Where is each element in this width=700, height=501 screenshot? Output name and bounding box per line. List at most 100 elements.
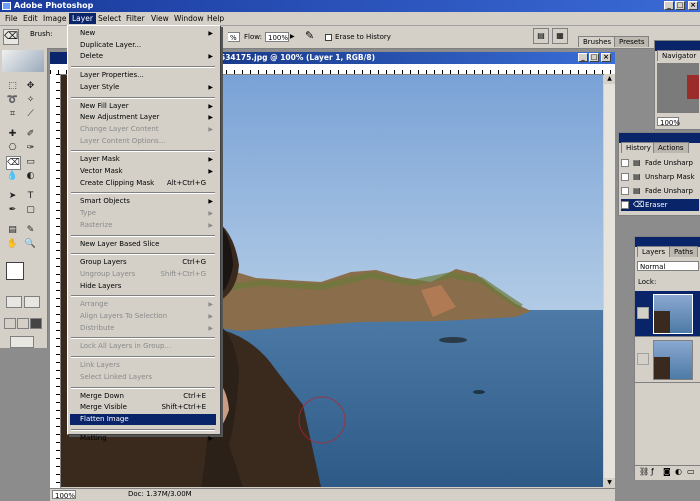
menu-item-flatten-image[interactable]: Flatten Image bbox=[70, 413, 216, 425]
menu-item-delete[interactable]: Delete ▶ bbox=[70, 51, 216, 62]
tab-presets[interactable]: Presets bbox=[614, 36, 650, 47]
menu-item-layer-style[interactable]: Layer Style ▶ bbox=[70, 82, 216, 93]
menu-item-duplicate-layer[interactable]: Duplicate Layer... bbox=[70, 40, 216, 51]
menu-filter[interactable]: Filter bbox=[123, 13, 148, 24]
minimize-button[interactable]: _ bbox=[664, 1, 674, 10]
tab-brushes[interactable]: Brushes bbox=[578, 36, 617, 47]
marquee-tool-icon[interactable]: ⬚ bbox=[6, 80, 19, 92]
tab-layers[interactable]: Layers bbox=[637, 246, 671, 257]
eraser-tool-preset-icon[interactable]: ⌫ bbox=[3, 29, 19, 45]
pen-tool-icon[interactable]: ✒ bbox=[6, 204, 19, 216]
menu-help[interactable]: Help bbox=[204, 13, 227, 24]
link-layers-icon[interactable]: ⛓ bbox=[639, 467, 649, 476]
brush-tool-icon[interactable]: ✐ bbox=[24, 128, 37, 140]
close-button[interactable]: × bbox=[688, 1, 698, 10]
history-item[interactable]: ▤ Fade Unsharp bbox=[621, 185, 699, 197]
magic-wand-icon[interactable]: ✧ bbox=[24, 94, 37, 106]
tool-preset-icon[interactable]: ▤ bbox=[533, 28, 549, 44]
menu-item-group-layers[interactable]: Group Layers Ctrl+G bbox=[70, 257, 216, 268]
navigator-view-box[interactable] bbox=[687, 75, 699, 99]
menu-item-hide-layers[interactable]: Hide Layers bbox=[70, 281, 216, 292]
foreground-color-swatch[interactable] bbox=[6, 262, 24, 280]
add-mask-icon[interactable]: ◙ bbox=[663, 467, 671, 476]
doc-maximize-button[interactable]: □ bbox=[589, 53, 599, 62]
healing-brush-icon[interactable]: ✚ bbox=[6, 128, 19, 140]
hand-tool-icon[interactable]: ✋ bbox=[6, 238, 19, 250]
menu-item-new-adjustment-layer[interactable]: New Adjustment Layer ▶ bbox=[70, 112, 216, 123]
maximize-button[interactable]: □ bbox=[675, 1, 685, 10]
opacity-field[interactable]: % bbox=[228, 32, 240, 42]
history-source-checkbox[interactable] bbox=[621, 159, 629, 167]
vertical-scrollbar[interactable]: ▲ ▼ bbox=[604, 74, 615, 488]
slice-tool-icon[interactable]: ⟋ bbox=[24, 108, 37, 120]
menu-item-merge-visible[interactable]: Merge Visible Shift+Ctrl+E bbox=[70, 402, 216, 413]
tab-paths[interactable]: Paths bbox=[669, 246, 699, 257]
shape-tool-icon[interactable]: ▢ bbox=[24, 204, 37, 216]
doc-minimize-button[interactable]: _ bbox=[578, 53, 588, 62]
blur-tool-icon[interactable]: 💧 bbox=[6, 170, 19, 182]
tab-actions[interactable]: Actions bbox=[653, 142, 689, 153]
screen-mode-full-icon[interactable] bbox=[30, 318, 42, 329]
quick-mask-icon[interactable] bbox=[24, 296, 40, 308]
history-item[interactable]: ▤ Unsharp Mask bbox=[621, 171, 699, 183]
doc-close-button[interactable]: × bbox=[601, 53, 611, 62]
menu-file[interactable]: File bbox=[2, 13, 21, 24]
menu-item-matting[interactable]: Matting ▶ bbox=[70, 433, 216, 444]
menu-item-merge-down[interactable]: Merge Down Ctrl+E bbox=[70, 391, 216, 402]
notes-tool-icon[interactable]: ▤ bbox=[6, 224, 19, 236]
eraser-tool-icon[interactable]: ⌫ bbox=[6, 156, 21, 170]
airbrush-icon[interactable]: ✎ bbox=[305, 29, 321, 43]
menu-item-vector-mask[interactable]: Vector Mask ▶ bbox=[70, 166, 216, 177]
menu-item-smart-objects[interactable]: Smart Objects ▶ bbox=[70, 196, 216, 207]
menu-item-new[interactable]: New ▶ bbox=[70, 28, 216, 39]
menu-select[interactable]: Select bbox=[95, 13, 124, 24]
jump-to-imageready-icon[interactable] bbox=[10, 336, 34, 348]
clone-stamp-icon[interactable]: ⎔ bbox=[6, 142, 19, 154]
navigator-zoom-field[interactable]: 100% bbox=[657, 117, 680, 127]
history-item[interactable]: ▤ Fade Unsharp bbox=[621, 157, 699, 169]
move-tool-icon[interactable]: ✥ bbox=[24, 80, 37, 92]
screen-mode-full-menu-icon[interactable] bbox=[17, 318, 29, 329]
scroll-down-icon[interactable]: ▼ bbox=[604, 478, 615, 488]
brush-palette-icon[interactable]: ▦ bbox=[552, 28, 568, 44]
zoom-tool-icon[interactable]: 🔍 bbox=[24, 238, 37, 250]
history-source-checkbox[interactable] bbox=[621, 173, 629, 181]
eye-icon[interactable] bbox=[637, 353, 649, 365]
menu-window[interactable]: Window bbox=[171, 13, 207, 24]
standard-mode-icon[interactable] bbox=[6, 296, 22, 308]
flow-field[interactable]: 100% bbox=[265, 32, 289, 42]
layer-row[interactable] bbox=[635, 291, 700, 337]
history-brush-icon[interactable]: ✑ bbox=[24, 142, 37, 154]
menu-item-layer-mask[interactable]: Layer Mask ▶ bbox=[70, 154, 216, 165]
dodge-tool-icon[interactable]: ◐ bbox=[24, 170, 37, 182]
menu-view[interactable]: View bbox=[148, 13, 172, 24]
menu-item-create-clipping-mask[interactable]: Create Clipping Mask Alt+Ctrl+G bbox=[70, 178, 216, 189]
screen-mode-standard-icon[interactable] bbox=[4, 318, 16, 329]
gradient-tool-icon[interactable]: ▭ bbox=[24, 156, 37, 168]
lasso-tool-icon[interactable]: ➰ bbox=[6, 94, 19, 106]
blend-mode-select[interactable]: Normal bbox=[637, 261, 699, 271]
menu-item-layer-properties[interactable]: Layer Properties... bbox=[70, 70, 216, 81]
menu-image[interactable]: Image bbox=[40, 13, 70, 24]
path-select-icon[interactable]: ➤ bbox=[6, 190, 19, 202]
history-source-checkbox[interactable] bbox=[621, 201, 629, 209]
tab-navigator[interactable]: Navigator bbox=[657, 50, 700, 61]
crop-tool-icon[interactable]: ⌗ bbox=[6, 108, 19, 120]
new-group-icon[interactable]: ▭ bbox=[687, 467, 695, 476]
flow-dropdown-icon[interactable]: ▶ bbox=[290, 32, 298, 42]
erase-history-checkbox[interactable] bbox=[325, 34, 332, 41]
eye-icon[interactable] bbox=[637, 307, 649, 319]
layer-style-icon[interactable]: ƒ bbox=[651, 467, 654, 476]
history-item[interactable]: ⌫ Eraser bbox=[621, 199, 699, 211]
scroll-up-icon[interactable]: ▲ bbox=[604, 74, 615, 84]
tab-history[interactable]: History bbox=[621, 142, 656, 153]
menu-item-new-fill-layer[interactable]: New Fill Layer ▶ bbox=[70, 101, 216, 112]
layer-row[interactable] bbox=[635, 337, 700, 383]
navigator-thumbnail[interactable] bbox=[657, 63, 699, 113]
type-tool-icon[interactable]: T bbox=[24, 190, 37, 202]
menu-item-new-layer-based-slice[interactable]: New Layer Based Slice bbox=[70, 239, 216, 250]
history-source-checkbox[interactable] bbox=[621, 187, 629, 195]
new-adjustment-icon[interactable]: ◐ bbox=[675, 467, 682, 476]
menu-layer[interactable]: Layer bbox=[69, 13, 96, 24]
eyedropper-icon[interactable]: ✎ bbox=[24, 224, 37, 236]
